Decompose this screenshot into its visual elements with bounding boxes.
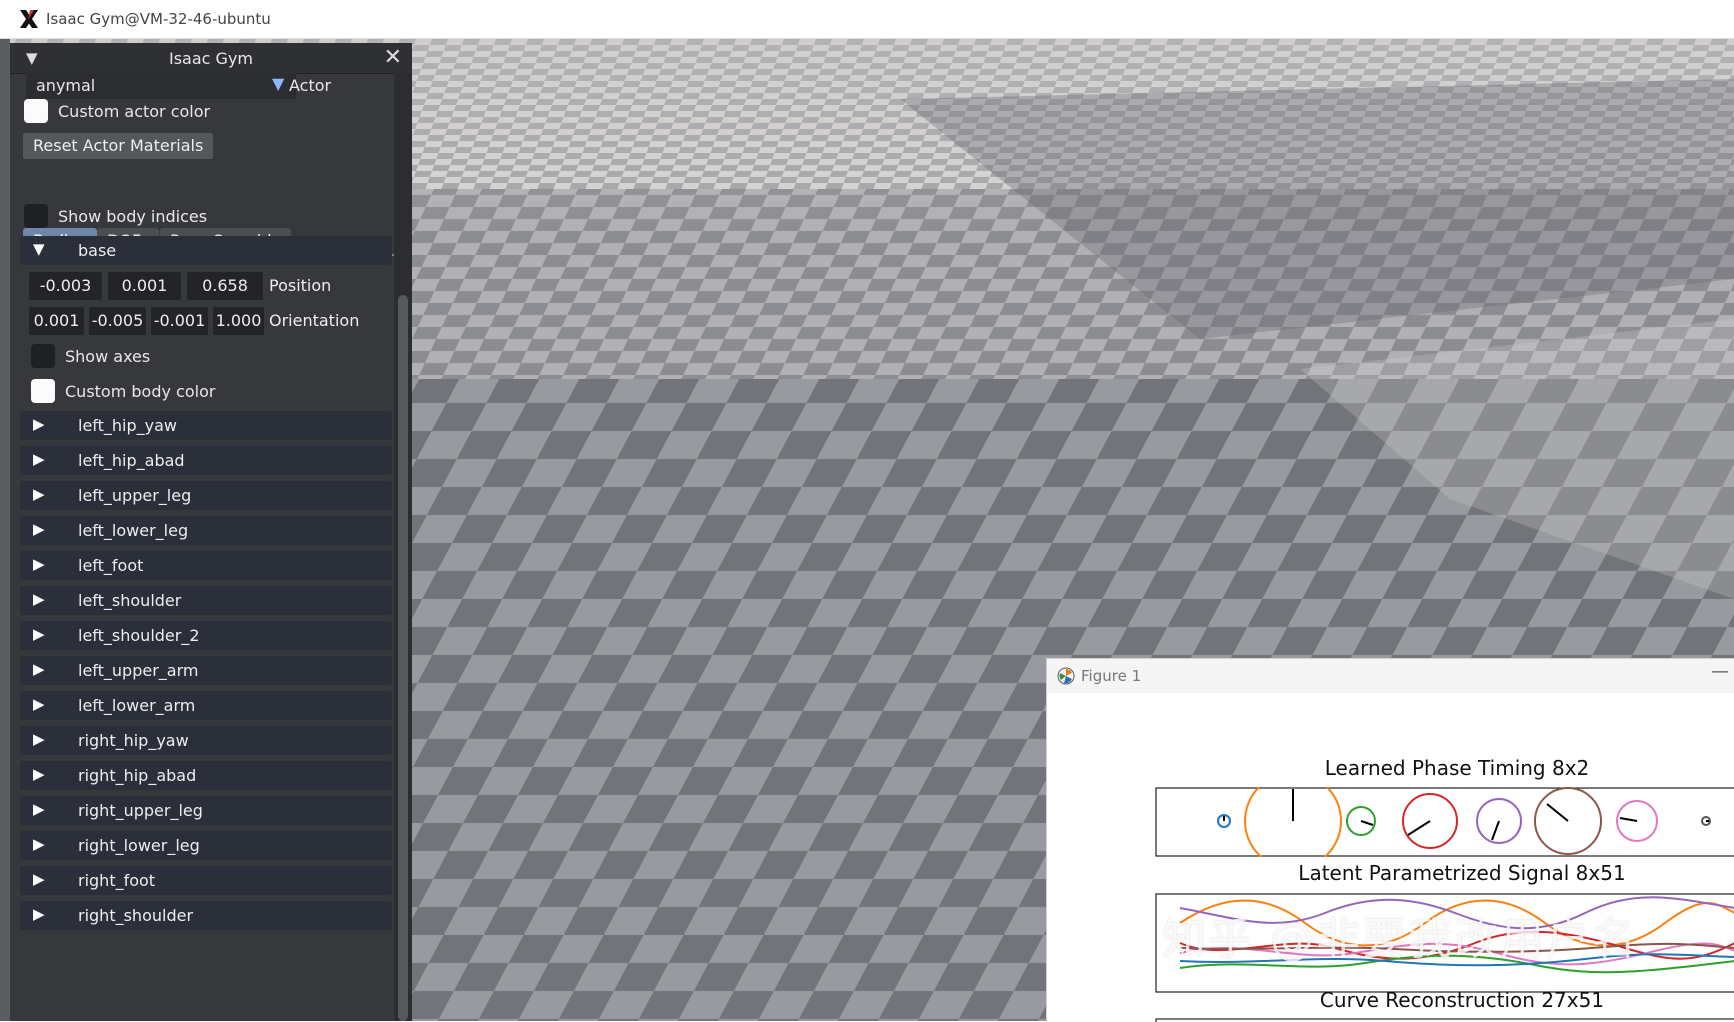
orientation-x-field[interactable]: 0.001 — [29, 307, 84, 335]
window-titlebar: Isaac Gym@VM-32-46-ubuntu — [0, 0, 1734, 39]
tree-item-label: left_hip_abad — [78, 451, 185, 470]
collapsed-triangle-icon[interactable]: ▶ — [33, 415, 45, 433]
show-body-indices-label: Show body indices — [58, 206, 208, 226]
custom-body-color-row: Custom body color — [31, 376, 215, 406]
tree-item-right-upper-leg[interactable]: ▶ right_upper_leg — [20, 796, 392, 825]
dropdown-arrow-icon[interactable]: ▼ — [272, 74, 284, 93]
x11-logo-icon — [20, 10, 38, 28]
collapsed-triangle-icon[interactable]: ▶ — [33, 450, 45, 468]
tree-item-left-shoulder-2[interactable]: ▶ left_shoulder_2 — [20, 621, 392, 650]
tree-item-label: right_upper_leg — [78, 801, 203, 820]
tree-item-left-shoulder[interactable]: ▶ left_shoulder — [20, 586, 392, 615]
tree-item-left-upper-leg[interactable]: ▶ left_upper_leg — [20, 481, 392, 510]
collapsed-triangle-icon[interactable]: ▶ — [33, 765, 45, 783]
expanded-triangle-icon[interactable]: ▼ — [33, 240, 45, 258]
actor-select-value: anymal — [36, 76, 96, 95]
tree-item-base[interactable]: ▼ base — [20, 236, 392, 265]
custom-actor-color-label: Custom actor color — [58, 101, 211, 121]
tree-item-label: left_lower_leg — [78, 521, 189, 540]
tree-item-label: right_foot — [78, 871, 156, 890]
panel-scrollbar[interactable] — [394, 73, 412, 1021]
figure-title: Figure 1 — [1081, 667, 1142, 685]
phase-timing-plot — [1155, 787, 1734, 857]
custom-body-color-label: Custom body color — [65, 381, 216, 401]
position-z-field[interactable]: 0.658 — [187, 272, 263, 300]
collapsed-triangle-icon[interactable]: ▶ — [33, 905, 45, 923]
collapsed-triangle-icon[interactable]: ▶ — [33, 660, 45, 678]
collapsed-triangle-icon[interactable]: ▶ — [33, 590, 45, 608]
tree-item-left-foot[interactable]: ▶ left_foot — [20, 551, 392, 580]
tree-item-left-upper-arm[interactable]: ▶ left_upper_arm — [20, 656, 392, 685]
tree-item-left-hip-abad[interactable]: ▶ left_hip_abad — [20, 446, 392, 475]
plot2-title: Latent Parametrized Signal 8x51 — [1298, 861, 1626, 885]
collapsed-triangle-icon[interactable]: ▶ — [33, 625, 45, 643]
tree-item-right-lower-leg[interactable]: ▶ right_lower_leg — [20, 831, 392, 860]
collapsed-triangle-icon[interactable]: ▶ — [33, 520, 45, 538]
close-icon[interactable]: ✕ — [384, 45, 402, 70]
tree-item-label: left_hip_yaw — [78, 416, 178, 435]
tree-item-label: left_foot — [78, 556, 144, 575]
actor-label: Actor — [289, 76, 332, 95]
tree-item-left-lower-arm[interactable]: ▶ left_lower_arm — [20, 691, 392, 720]
tree-item-left-hip-yaw[interactable]: ▶ left_hip_yaw — [20, 411, 392, 440]
collapsed-triangle-icon[interactable]: ▶ — [33, 485, 45, 503]
orientation-z-field[interactable]: -0.001 — [151, 307, 208, 335]
show-axes-checkbox[interactable] — [31, 344, 55, 368]
panel-header[interactable]: ▼ Isaac Gym ✕ — [10, 43, 412, 74]
figure-titlebar[interactable]: Figure 1 — — [1047, 659, 1734, 693]
show-body-indices-row: Show body indices — [24, 201, 207, 231]
tree-item-label: right_shoulder — [78, 906, 194, 925]
custom-actor-color-row: Custom actor color — [24, 96, 210, 126]
watermark: 知乎 @非要我改用户名 — [1162, 914, 1638, 965]
window-title: Isaac Gym@VM-32-46-ubuntu — [46, 10, 271, 28]
collapsed-triangle-icon[interactable]: ▶ — [33, 555, 45, 573]
custom-body-color-swatch[interactable] — [31, 379, 55, 403]
custom-actor-color-swatch[interactable] — [24, 99, 48, 123]
tree-item-label: left_upper_arm — [78, 661, 199, 680]
scrollbar-thumb[interactable] — [398, 295, 408, 1021]
tree-item-label: left_shoulder — [78, 591, 182, 610]
show-body-indices-checkbox[interactable] — [24, 204, 48, 228]
tree-item-label: left_upper_leg — [78, 486, 192, 505]
tree-item-label: left_lower_arm — [78, 696, 196, 715]
collapsed-triangle-icon[interactable]: ▶ — [33, 870, 45, 888]
collapsed-triangle-icon[interactable]: ▶ — [33, 730, 45, 748]
orientation-label: Orientation — [269, 311, 360, 330]
panel-title: Isaac Gym — [169, 49, 253, 68]
plot1-title: Learned Phase Timing 8x2 — [1324, 756, 1590, 780]
tree-item-label: right_lower_leg — [78, 836, 200, 855]
figure-window: Figure 1 — Learned Phase Timing 8x2 Late… — [1046, 658, 1734, 1022]
matplotlib-icon — [1057, 667, 1075, 685]
tree-item-right-hip-abad[interactable]: ▶ right_hip_abad — [20, 761, 392, 790]
reset-actor-materials-button[interactable]: Reset Actor Materials — [23, 133, 214, 159]
tree-item-right-hip-yaw[interactable]: ▶ right_hip_yaw — [20, 726, 392, 755]
plot3-title: Curve Reconstruction 27x51 — [1319, 988, 1605, 1012]
tree-item-label: left_shoulder_2 — [78, 626, 200, 645]
curve-reconstruction-plot — [1155, 1018, 1734, 1022]
tree-item-left-lower-leg[interactable]: ▶ left_lower_leg — [20, 516, 392, 545]
show-axes-row: Show axes — [31, 341, 150, 371]
tree-item-right-foot[interactable]: ▶ right_foot — [20, 866, 392, 895]
collapsed-triangle-icon[interactable]: ▶ — [33, 835, 45, 853]
orientation-w-field[interactable]: 1.000 — [213, 307, 264, 335]
orientation-y-field[interactable]: -0.005 — [89, 307, 146, 335]
viewport-left-edge — [0, 39, 10, 1021]
minimize-icon[interactable]: — — [1711, 661, 1729, 682]
tree-item-label: right_hip_abad — [78, 766, 197, 785]
collapsed-triangle-icon[interactable]: ▶ — [33, 800, 45, 818]
show-axes-label: Show axes — [65, 346, 151, 366]
collapsed-triangle-icon[interactable]: ▶ — [33, 695, 45, 713]
tree-item-label: right_hip_yaw — [78, 731, 189, 750]
position-label: Position — [269, 276, 332, 295]
tree-item-label: base — [78, 241, 117, 260]
isaac-gym-panel: ▼ Isaac Gym ✕ anymal ▼ Actor Custom acto… — [10, 43, 412, 1021]
position-x-field[interactable]: -0.003 — [29, 272, 102, 300]
tree-item-right-shoulder[interactable]: ▶ right_shoulder — [20, 901, 392, 930]
position-y-field[interactable]: 0.001 — [108, 272, 181, 300]
